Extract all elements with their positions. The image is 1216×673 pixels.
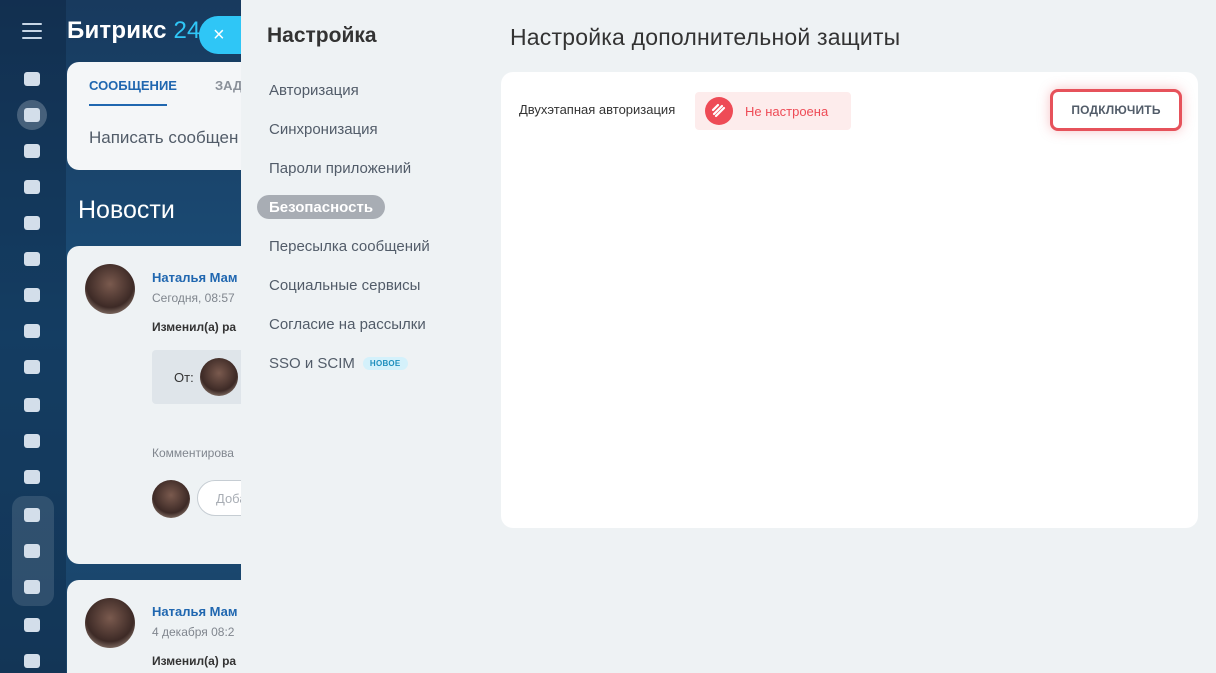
settings-menu: Авторизация Синхронизация Пароли приложе… xyxy=(257,78,442,390)
settings-title: Настройка xyxy=(267,24,377,47)
connect-button[interactable]: ПОДКЛЮЧИТЬ xyxy=(1050,89,1182,131)
nav-mail-icon[interactable] xyxy=(17,316,47,346)
two-factor-label: Двухэтапная авторизация xyxy=(519,102,676,117)
menu-item-sync[interactable]: Синхронизация xyxy=(257,117,390,141)
nav-crm-icon[interactable] xyxy=(17,390,47,420)
menu-item-label: Социальные сервисы xyxy=(269,276,421,294)
post-action: Изменил(а) ра xyxy=(152,320,237,334)
brand-logo[interactable]: Битрикс 24 xyxy=(67,17,201,45)
menu-item-label: Согласие на рассылки xyxy=(269,315,426,333)
settings-slider-panel: Настройка Авторизация Синхронизация Паро… xyxy=(241,0,1216,673)
menu-item-mailing-consent[interactable]: Согласие на рассылки xyxy=(257,312,438,336)
menu-item-label: SSO и SCIM xyxy=(269,354,355,372)
brand-number: 24 xyxy=(173,17,201,44)
nav-calendar-icon[interactable] xyxy=(17,208,47,238)
composer-tabs: СООБЩЕНИЕ ЗАДА xyxy=(89,78,252,93)
nav-robots-icon[interactable] xyxy=(17,462,47,492)
composer-input[interactable]: Написать сообщен xyxy=(89,128,238,148)
menu-item-label: Безопасность xyxy=(269,198,374,216)
avatar[interactable] xyxy=(85,264,135,314)
menu-item-label: Пересылка сообщений xyxy=(269,237,430,255)
feed-post: Наталья Мам Сегодня, 08:57 Изменил(а) ра… xyxy=(67,246,267,564)
nav-contacts-icon[interactable] xyxy=(17,426,47,456)
avatar[interactable] xyxy=(85,598,135,648)
left-navigation-bar xyxy=(0,0,66,673)
nav-developer-icon[interactable] xyxy=(17,572,47,602)
post-author[interactable]: Наталья Мам xyxy=(152,270,238,285)
menu-item-label: Пароли приложений xyxy=(269,159,412,177)
post-date: Сегодня, 08:57 xyxy=(152,291,235,305)
tab-message[interactable]: СООБЩЕНИЕ xyxy=(89,78,177,93)
nav-feed-icon[interactable] xyxy=(17,64,47,94)
avatar xyxy=(152,480,190,518)
nav-company-icon[interactable] xyxy=(17,610,47,640)
menu-item-sso-scim[interactable]: SSO и SCIM НОВОЕ xyxy=(257,351,420,375)
post-action: Изменил(а) ра xyxy=(152,654,237,668)
post-composer-card: СООБЩЕНИЕ ЗАДА Написать сообщен xyxy=(67,62,267,170)
menu-item-authorization[interactable]: Авторизация xyxy=(257,78,371,102)
nav-box-icon[interactable] xyxy=(17,500,47,530)
status-text: Не настроена xyxy=(745,103,829,119)
nav-chat-icon[interactable] xyxy=(17,136,47,166)
page-title: Настройка дополнительной защиты xyxy=(510,24,901,50)
menu-item-label: Синхронизация xyxy=(269,120,378,138)
close-slider-button[interactable]: × xyxy=(199,16,243,54)
post-author[interactable]: Наталья Мам xyxy=(152,604,238,619)
nav-groups-icon[interactable] xyxy=(17,352,47,382)
menu-item-security[interactable]: Безопасность xyxy=(257,195,386,219)
active-tab-underline xyxy=(89,104,167,106)
menu-item-label: Авторизация xyxy=(269,81,359,99)
menu-item-app-passwords[interactable]: Пароли приложений xyxy=(257,156,423,180)
security-card: Двухэтапная авторизация Не настроена ПОД… xyxy=(501,72,1198,528)
menu-item-message-forwarding[interactable]: Пересылка сообщений xyxy=(257,234,442,258)
avatar[interactable] xyxy=(200,358,238,396)
shield-off-icon xyxy=(705,97,733,125)
new-badge: НОВОЕ xyxy=(362,356,408,370)
brand-name: Битрикс xyxy=(67,17,167,44)
from-label: От: xyxy=(174,370,194,385)
feed-post: Наталья Мам 4 декабря 08:2 Изменил(а) ра xyxy=(67,580,267,673)
nav-news-icon[interactable] xyxy=(17,100,47,130)
news-heading: Новости xyxy=(78,196,175,224)
comments-label: Комментирова xyxy=(152,446,234,460)
menu-burger-icon[interactable] xyxy=(22,23,42,39)
status-badge: Не настроена xyxy=(695,92,851,130)
menu-item-social-services[interactable]: Социальные сервисы xyxy=(257,273,432,297)
nav-shop-icon[interactable] xyxy=(17,646,47,673)
nav-tasks-icon[interactable] xyxy=(17,172,47,202)
nav-docs-icon[interactable] xyxy=(17,244,47,274)
nav-drive-icon[interactable] xyxy=(17,280,47,310)
post-date: 4 декабря 08:2 xyxy=(152,625,235,639)
nav-market-icon[interactable] xyxy=(17,536,47,566)
